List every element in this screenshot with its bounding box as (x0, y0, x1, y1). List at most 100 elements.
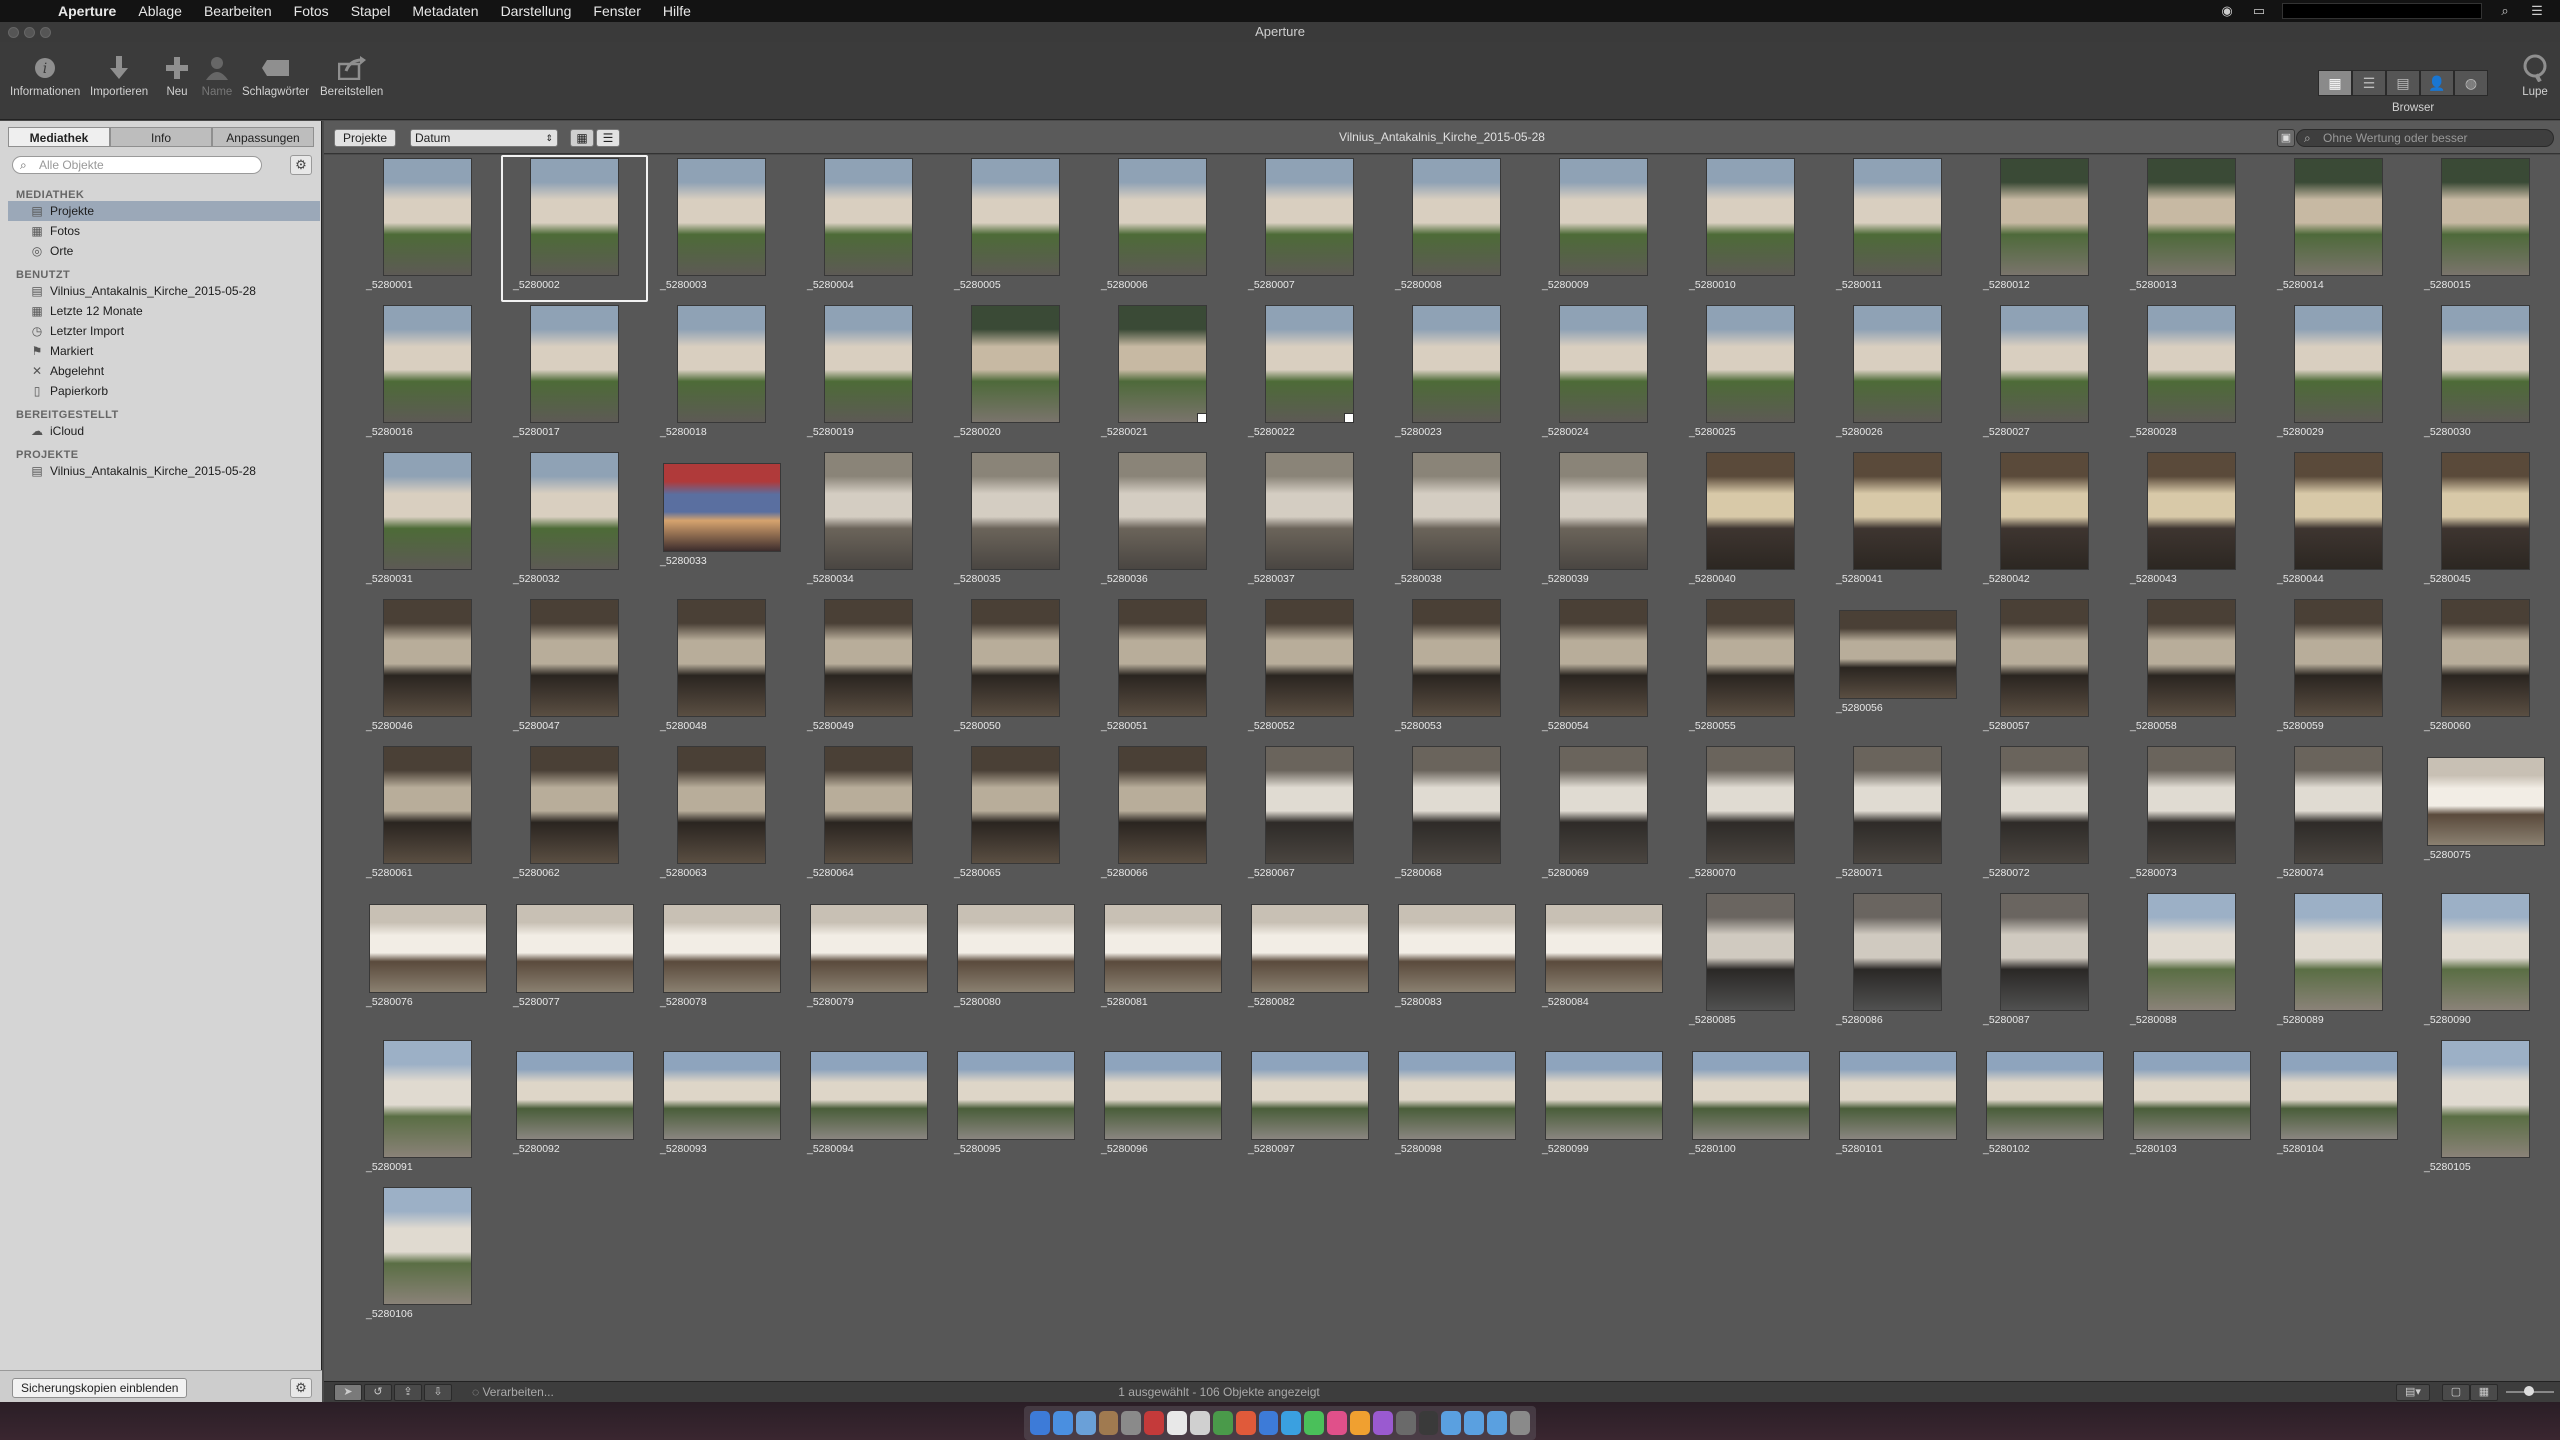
photo-thumbnail[interactable]: _5280040 (1677, 449, 1824, 596)
info-button[interactable]: i Informationen (10, 52, 80, 98)
photo-thumbnail[interactable]: _5280067 (1236, 743, 1383, 890)
dock-app-icon[interactable] (1144, 1411, 1165, 1435)
photo-thumbnail[interactable]: _5280070 (1677, 743, 1824, 890)
notifications-icon[interactable]: ☰ (2528, 3, 2546, 18)
multi-view-icon[interactable]: ▦ (2470, 1384, 2498, 1401)
single-view-icon[interactable]: ▢ (2442, 1384, 2470, 1401)
tab-anpassungen[interactable]: Anpassungen (212, 127, 314, 147)
menu-metadaten[interactable]: Metadaten (412, 3, 478, 19)
dock-app-icon[interactable] (1212, 1411, 1233, 1435)
photo-thumbnail[interactable]: _5280076 (354, 890, 501, 1037)
places-view-icon[interactable]: ◍ (2454, 70, 2488, 96)
photo-thumbnail[interactable]: _5280003 (648, 155, 795, 302)
photo-thumbnail[interactable]: _5280094 (795, 1037, 942, 1184)
dock-app-icon[interactable] (1121, 1411, 1142, 1435)
photo-thumbnail[interactable]: _5280091 (354, 1037, 501, 1184)
photo-thumbnail[interactable]: _5280079 (795, 890, 942, 1037)
photo-thumbnail[interactable]: _5280083 (1383, 890, 1530, 1037)
photo-thumbnail[interactable]: _5280049 (795, 596, 942, 743)
photo-thumbnail[interactable]: _5280036 (1089, 449, 1236, 596)
sidebar-item[interactable]: ◷ Letzter Import (8, 321, 320, 341)
menu-fenster[interactable]: Fenster (593, 3, 640, 19)
sort-select[interactable]: Datum ⇕ (410, 129, 558, 147)
photo-thumbnail[interactable]: _5280017 (501, 302, 648, 449)
photo-thumbnail[interactable]: _5280027 (1971, 302, 2118, 449)
photo-thumbnail[interactable]: _5280010 (1677, 155, 1824, 302)
share-button[interactable]: Bereitstellen (320, 52, 383, 98)
dock-app-icon[interactable] (1418, 1411, 1439, 1435)
photo-thumbnail[interactable]: _5280077 (501, 890, 648, 1037)
dock-app-icon[interactable] (1327, 1411, 1348, 1435)
close-window-button[interactable] (8, 27, 19, 38)
photo-thumbnail[interactable]: _5280078 (648, 890, 795, 1037)
menu-bearbeiten[interactable]: Bearbeiten (204, 3, 272, 19)
dock-app-icon[interactable] (1098, 1411, 1119, 1435)
photo-thumbnail[interactable]: _5280089 (2265, 890, 2412, 1037)
sidebar-item[interactable]: ▤ Vilnius_Antakalnis_Kirche_2015-05-28 (8, 281, 320, 301)
menu-hilfe[interactable]: Hilfe (663, 3, 691, 19)
photo-thumbnail[interactable]: _5280074 (2265, 743, 2412, 890)
photo-thumbnail[interactable]: _5280005 (942, 155, 1089, 302)
photo-thumbnail[interactable]: _5280088 (2118, 890, 2265, 1037)
photo-thumbnail[interactable]: _5280073 (2118, 743, 2265, 890)
photo-thumbnail[interactable]: _5280100 (1677, 1037, 1824, 1184)
photo-thumbnail[interactable]: _5280013 (2118, 155, 2265, 302)
photo-thumbnail[interactable]: _5280004 (795, 155, 942, 302)
photo-thumbnail[interactable]: _5280033 (648, 449, 795, 596)
grid-view-icon[interactable]: ▦ (2318, 70, 2352, 96)
photo-thumbnail[interactable]: _5280096 (1089, 1037, 1236, 1184)
keywords-button[interactable]: Schlagwörter (242, 52, 309, 98)
sidebar-search-input[interactable]: ⌕ Alle Objekte (12, 156, 262, 174)
dock-app-icon[interactable] (1075, 1411, 1096, 1435)
photo-thumbnail[interactable]: _5280001 (354, 155, 501, 302)
photo-thumbnail[interactable]: _5280031 (354, 449, 501, 596)
photo-thumbnail[interactable]: _5280080 (942, 890, 1089, 1037)
photo-thumbnail[interactable]: _5280032 (501, 449, 648, 596)
list-layout-icon[interactable]: ☰ (596, 129, 620, 147)
menu-fotos[interactable]: Fotos (294, 3, 329, 19)
photo-thumbnail[interactable]: _5280002 (501, 155, 648, 302)
photo-thumbnail[interactable]: _5280028 (2118, 302, 2265, 449)
photo-thumbnail[interactable]: _5280090 (2412, 890, 2559, 1037)
metadata-overlay-icon[interactable]: ▤▾ (2396, 1384, 2430, 1401)
dock-app-icon[interactable] (1235, 1411, 1256, 1435)
photo-thumbnail[interactable]: _5280106 (354, 1184, 501, 1331)
photo-thumbnail[interactable]: _5280064 (795, 743, 942, 890)
dock-app-icon[interactable] (1441, 1411, 1462, 1435)
photo-thumbnail[interactable]: _5280058 (2118, 596, 2265, 743)
dock-app-icon[interactable] (1281, 1411, 1302, 1435)
dock-app-icon[interactable] (1487, 1411, 1508, 1435)
photo-thumbnail[interactable]: _5280038 (1383, 449, 1530, 596)
thumbnail-size-slider[interactable] (2506, 1386, 2554, 1398)
sidebar-gear-icon[interactable]: ⚙ (290, 155, 312, 175)
grid-layout-icon[interactable]: ▦ (570, 129, 594, 147)
photo-thumbnail[interactable]: _5280061 (354, 743, 501, 890)
dock-app-icon[interactable] (1510, 1411, 1530, 1435)
photo-thumbnail[interactable]: _5280023 (1383, 302, 1530, 449)
sidebar-item[interactable]: ▦ Fotos (8, 221, 320, 241)
sidebar-item[interactable]: ☁ iCloud (8, 421, 320, 441)
photo-thumbnail[interactable]: _5280050 (942, 596, 1089, 743)
photo-thumbnail[interactable]: _5280034 (795, 449, 942, 596)
photo-thumbnail[interactable]: _5280008 (1383, 155, 1530, 302)
sidebar-item[interactable]: ▦ Letzte 12 Monate (8, 301, 320, 321)
loupe-button[interactable]: Lupe (2518, 52, 2552, 98)
photo-thumbnail[interactable]: _5280103 (2118, 1037, 2265, 1184)
apple-menu-icon[interactable] (18, 2, 36, 20)
list-view-icon[interactable]: ☰ (2352, 70, 2386, 96)
photo-thumbnail[interactable]: _5280095 (942, 1037, 1089, 1184)
photo-thumbnail[interactable]: _5280087 (1971, 890, 2118, 1037)
photo-thumbnail[interactable]: _5280055 (1677, 596, 1824, 743)
photo-thumbnail[interactable]: _5280066 (1089, 743, 1236, 890)
photo-thumbnail[interactable]: _5280068 (1383, 743, 1530, 890)
zoom-window-button[interactable] (40, 27, 51, 38)
tab-mediathek[interactable]: Mediathek (8, 127, 110, 147)
import-button[interactable]: Importieren (90, 52, 148, 98)
sidebar-item[interactable]: ▤ Projekte (8, 201, 320, 221)
photo-thumbnail[interactable]: _5280051 (1089, 596, 1236, 743)
photo-thumbnail[interactable]: _5280102 (1971, 1037, 2118, 1184)
photo-thumbnail[interactable]: _5280042 (1971, 449, 2118, 596)
photo-thumbnail[interactable]: _5280037 (1236, 449, 1383, 596)
photo-thumbnail[interactable]: _5280062 (501, 743, 648, 890)
photo-thumbnail[interactable]: _5280026 (1824, 302, 1971, 449)
